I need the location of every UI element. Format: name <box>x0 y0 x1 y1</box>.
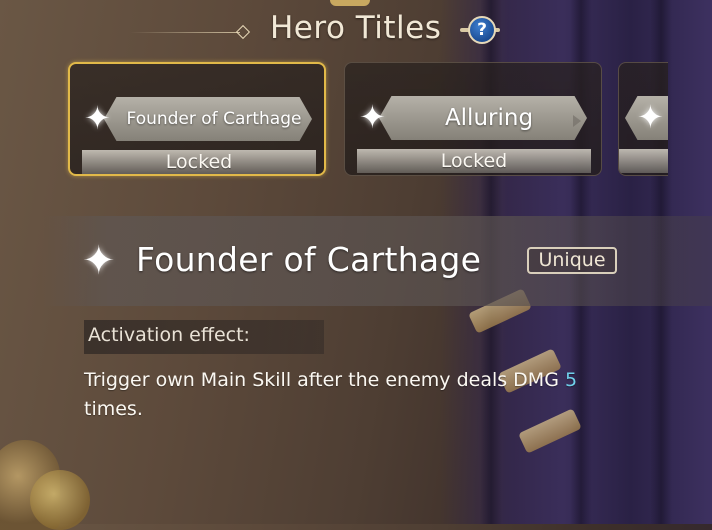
title-card-name: Founder of Carthage <box>126 109 302 129</box>
title-card-partial[interactable]: ✦ <box>618 62 668 176</box>
title-card-founder-of-carthage[interactable]: ✦ Founder of Carthage Locked <box>68 62 326 176</box>
selected-title-name: Founder of Carthage <box>136 240 482 279</box>
title-card-status <box>619 149 668 173</box>
effect-header: Activation effect: <box>88 324 250 346</box>
gold-decoration <box>30 470 90 530</box>
effect-description: Trigger own Main Skill after the enemy d… <box>84 366 664 424</box>
rarity-badge: Unique <box>527 247 617 274</box>
panel-title: Hero Titles <box>270 10 442 46</box>
title-card-status: Locked <box>357 149 591 173</box>
effect-text-part: Trigger own Main Skill after the enemy d… <box>84 369 565 391</box>
panel-header: Hero Titles ? <box>0 6 712 50</box>
diamond-ornament-icon <box>235 24 251 40</box>
sparkle-star-icon: ✦ <box>637 98 664 136</box>
sparkle-star-icon: ✦ <box>359 98 386 136</box>
title-card-alluring[interactable]: ✦ Alluring Locked <box>344 62 602 176</box>
help-button[interactable]: ? <box>468 16 496 44</box>
header-divider <box>130 32 240 33</box>
title-card-name: Alluring <box>444 105 534 131</box>
sparkle-star-icon: ✦ <box>82 238 116 284</box>
sparkle-star-icon: ✦ <box>84 99 111 137</box>
banner-arrow-icon <box>573 115 581 127</box>
title-card-status: Locked <box>82 150 316 174</box>
effect-count-value: 5 <box>564 369 578 391</box>
help-control: ? <box>458 14 502 48</box>
effect-text-part: times. <box>84 398 143 420</box>
